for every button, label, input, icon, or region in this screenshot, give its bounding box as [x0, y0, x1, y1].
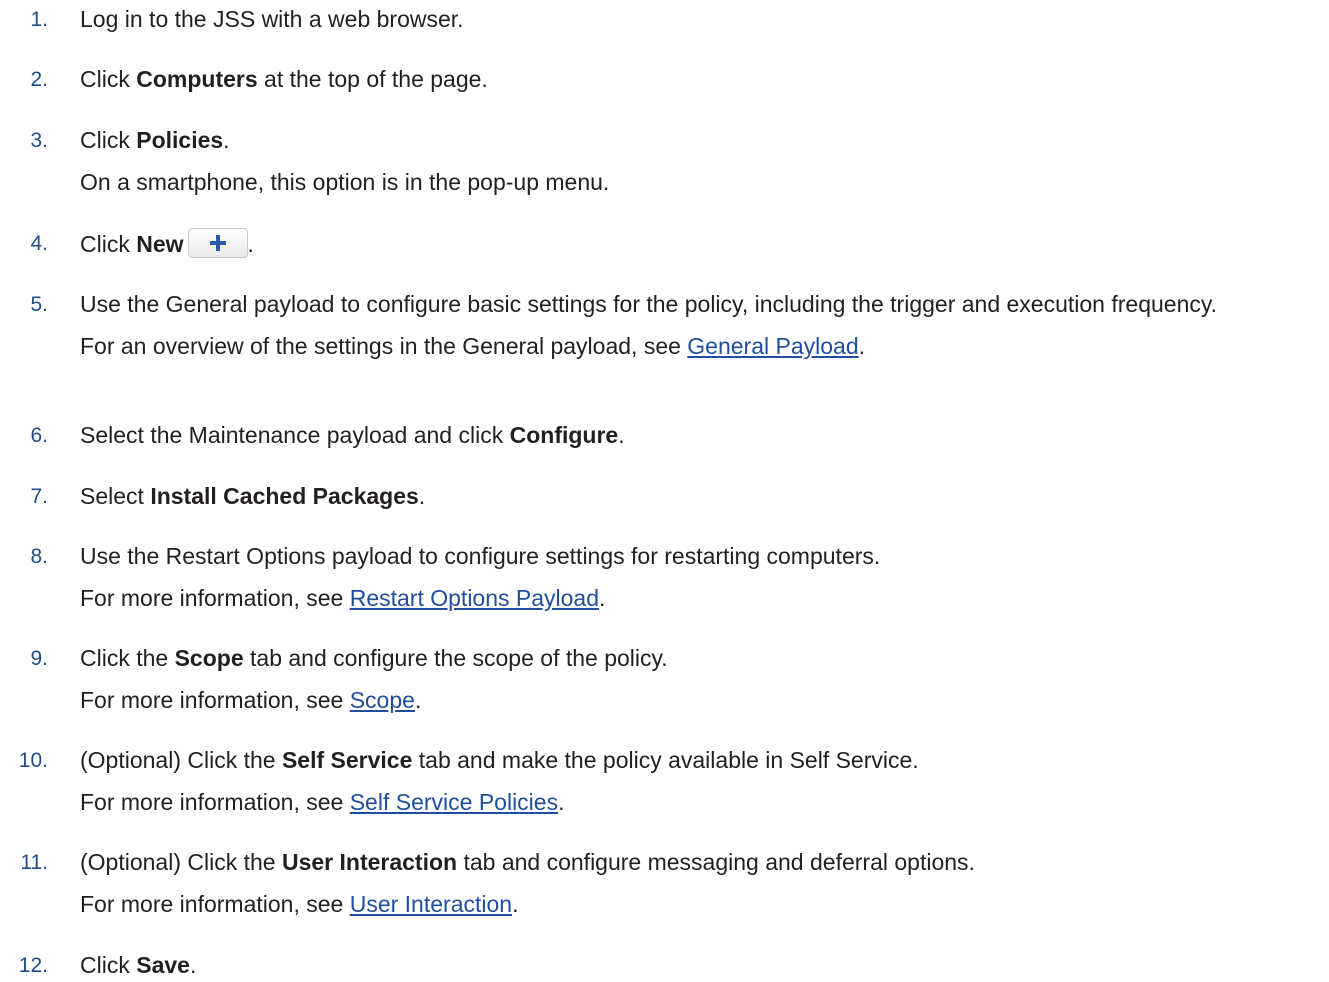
step-text: tab and configure the scope of the polic… — [243, 645, 668, 671]
step-text: . — [858, 333, 866, 359]
step-body: Log in to the JSS with a web browser. — [80, 4, 1321, 35]
step-number: 4. — [30, 232, 48, 255]
step-instruction: Select Install Cached Packages. — [80, 481, 1321, 512]
step-text: . — [418, 483, 426, 509]
step-text: Use the Restart Options payload to confi… — [80, 543, 881, 569]
step-instruction: Click New. — [80, 228, 1321, 260]
step-note: For more information, see Restart Option… — [80, 583, 1321, 614]
step-text: . — [189, 952, 197, 978]
step-body: (Optional) Click the Self Service tab an… — [80, 745, 1321, 818]
step-text: Click — [80, 66, 137, 92]
step-number: 10. — [18, 749, 48, 772]
step-instruction: Use the General payload to configure bas… — [80, 289, 1321, 320]
step-body: Use the General payload to configure bas… — [80, 289, 1321, 362]
step-number: 8. — [30, 545, 48, 568]
step-text: For more information, see — [80, 789, 350, 815]
step-text: Click the — [80, 645, 175, 671]
plus-icon — [209, 235, 226, 251]
step-number: 9. — [30, 647, 48, 670]
step-instruction: Click Save. — [80, 950, 1321, 981]
step-number: 11. — [20, 851, 48, 874]
new-button[interactable] — [187, 228, 248, 258]
step-text: . — [599, 585, 606, 611]
step-text: For an overview of the settings in the G… — [80, 333, 688, 359]
step-text: . — [558, 789, 565, 815]
step-text: . — [414, 687, 422, 713]
ui-term-computers: Computers — [136, 66, 258, 92]
step-body: Click New. — [80, 228, 1321, 260]
step-note: For more information, see Self Service P… — [80, 787, 1321, 818]
step-text: Use the General payload to configure bas… — [80, 291, 1218, 317]
step-text: Click — [80, 231, 137, 257]
step-body: Click Save. — [80, 950, 1321, 981]
step-text: For more information, see — [80, 585, 350, 611]
step-text: Log in to the JSS with a web browser. — [80, 6, 464, 32]
step-body: Select Install Cached Packages. — [80, 481, 1321, 512]
step-text: at the top of the page. — [257, 66, 488, 92]
link-scope[interactable]: Scope — [350, 687, 415, 713]
step-text: . — [247, 231, 254, 257]
step-note: For more information, see Scope. — [80, 685, 1321, 716]
step-text: Select — [80, 483, 151, 509]
step-body: Click Computers at the top of the page. — [80, 64, 1321, 95]
step-note: For more information, see User Interacti… — [80, 889, 1321, 920]
step-instruction: Use the Restart Options payload to confi… — [80, 541, 1321, 572]
step-instruction: Click Computers at the top of the page. — [80, 64, 1321, 95]
step-instruction: Log in to the JSS with a web browser. — [80, 4, 1321, 35]
step-text: For more information, see — [80, 891, 350, 917]
ui-term-save: Save — [136, 952, 190, 978]
step-number: 7. — [30, 485, 48, 508]
step-number: 5. — [30, 293, 48, 316]
step-text: . — [223, 127, 230, 153]
step-text: tab and make the policy available in Sel… — [412, 747, 919, 773]
step-body: (Optional) Click the User Interaction ta… — [80, 847, 1321, 920]
step-text: (Optional) Click the — [80, 747, 282, 773]
step-instruction: Click Policies. — [80, 125, 1321, 156]
step-text: On a smartphone, this option is in the p… — [80, 169, 610, 195]
ui-term-policies: Policies — [136, 127, 224, 153]
step-number: 6. — [30, 424, 48, 447]
link-self-service-policies[interactable]: Self Service Policies — [350, 789, 558, 815]
ui-term-scope: Scope — [174, 645, 244, 671]
step-body: Click the Scope tab and configure the sc… — [80, 643, 1321, 716]
step-instruction: (Optional) Click the User Interaction ta… — [80, 847, 1321, 878]
step-text: For more information, see — [80, 687, 350, 713]
ui-term-configure: Configure — [509, 422, 619, 448]
step-body: Click Policies. On a smartphone, this opt… — [80, 125, 1321, 198]
link-user-interaction[interactable]: User Interaction — [350, 891, 512, 917]
step-text: tab and configure messaging and deferral… — [457, 849, 975, 875]
step-note: For an overview of the settings in the G… — [80, 331, 1321, 362]
link-restart-options-payload[interactable]: Restart Options Payload — [350, 585, 599, 611]
step-note: On a smartphone, this option is in the p… — [80, 167, 1321, 198]
step-text: Select the Maintenance payload and click — [80, 422, 510, 448]
step-number: 2. — [30, 68, 48, 91]
step-number: 1. — [30, 8, 48, 31]
ui-term-new: New — [136, 231, 184, 257]
step-text: Click — [80, 127, 137, 153]
step-text: . — [512, 891, 519, 917]
step-text: (Optional) Click the — [80, 849, 282, 875]
step-body: Use the Restart Options payload to confi… — [80, 541, 1321, 614]
step-body: Select the Maintenance payload and click… — [80, 420, 1321, 451]
step-instruction: (Optional) Click the Self Service tab an… — [80, 745, 1321, 776]
step-instruction: Click the Scope tab and configure the sc… — [80, 643, 1321, 674]
step-number: 12. — [18, 954, 48, 977]
link-general-payload[interactable]: General Payload — [687, 333, 858, 359]
step-text: Click — [80, 952, 137, 978]
step-number: 3. — [30, 129, 48, 152]
ui-term-user-interaction: User Interaction — [281, 849, 458, 875]
ui-term-install-cached-packages: Install Cached Packages — [150, 483, 419, 509]
step-instruction: Select the Maintenance payload and click… — [80, 420, 1321, 451]
step-text: . — [618, 422, 625, 448]
ui-term-self-service: Self Service — [281, 747, 413, 773]
